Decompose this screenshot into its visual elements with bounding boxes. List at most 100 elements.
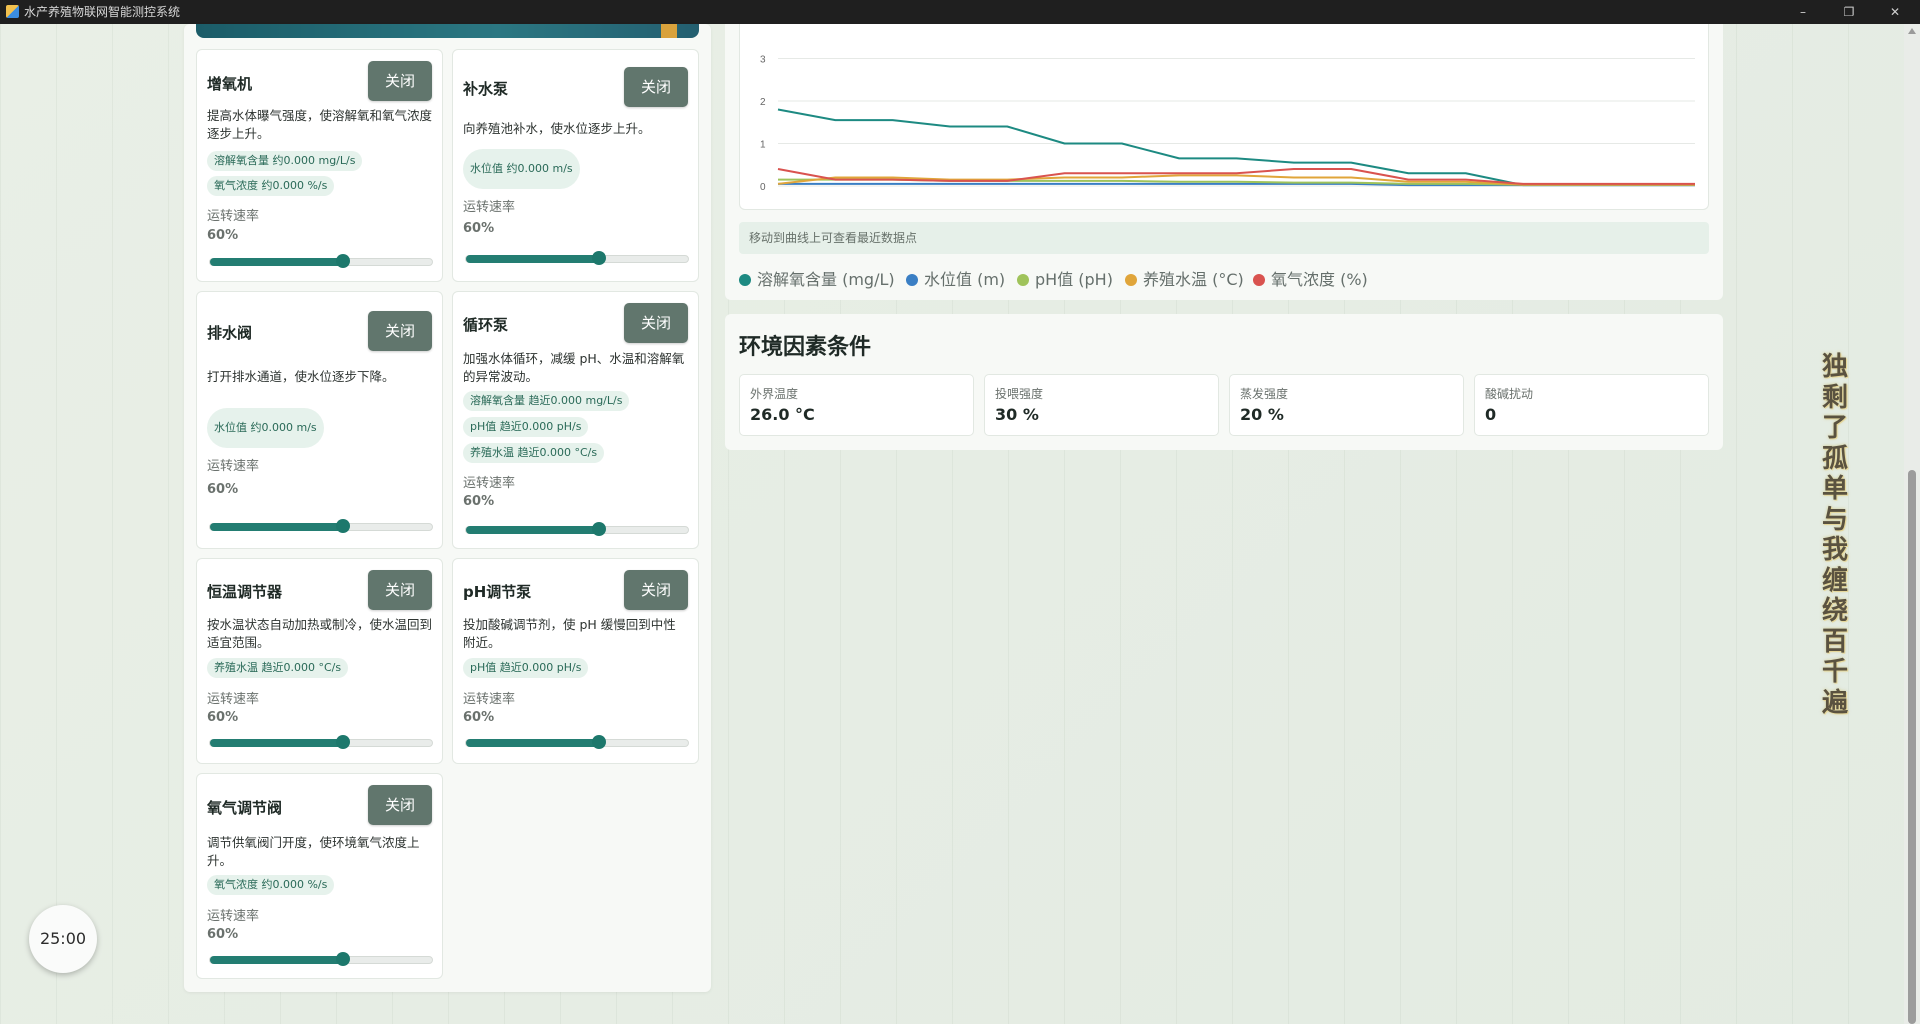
speed-label: 运转速率 [207, 909, 260, 924]
speed-slider[interactable] [209, 519, 433, 533]
aerator-close-button[interactable]: 关闭 [368, 61, 432, 101]
legend-item-oxygen-concentration[interactable]: 氧气浓度 (%) [1253, 266, 1368, 290]
speed-value: 60% [463, 710, 495, 725]
slider-fill [210, 739, 344, 747]
speed-slider[interactable] [209, 735, 433, 749]
effect-tag: 氧气浓度 约0.000 %/s [207, 176, 335, 196]
device-card-aerator: 增氧机 关闭 提高水体曝气强度，使溶解氧和氧气浓度逐步上升。 溶解氧含量 约0.… [196, 49, 443, 282]
device-name: 氧气调节阀 [207, 799, 283, 817]
slider-knob[interactable] [592, 522, 607, 536]
countdown-timer[interactable]: 25:00 [29, 905, 97, 973]
device-card-thermostat: 恒温调节器 关闭 按水温状态自动加热或制冷，使水温回到适宜范围。 养殖水温 趋近… [196, 558, 443, 764]
minimize-button[interactable]: – [1780, 0, 1826, 24]
slider-knob[interactable] [592, 251, 607, 265]
legend-label: 氧气浓度 (%) [1271, 270, 1368, 289]
scroll-up-icon[interactable] [1908, 28, 1916, 34]
speed-label: 运转速率 [463, 200, 516, 215]
env-card-outside-temperature: 外界温度 26.0 °C [739, 374, 974, 436]
speed-label: 运转速率 [207, 209, 260, 224]
env-value: 26.0 °C [750, 405, 815, 424]
device-description: 投加酸碱调节剂，使 pH 缓慢回到中性附近。 [463, 617, 676, 650]
env-value: 20 % [1240, 405, 1284, 424]
legend-item-dissolved-oxygen[interactable]: 溶解氧含量 (mg/L) [739, 266, 895, 290]
effect-tag: 水位值 约0.000 m/s [463, 149, 580, 189]
legend-item-ph[interactable]: pH值 (pH) [1017, 266, 1113, 290]
oxygen-valve-close-button[interactable]: 关闭 [368, 785, 432, 825]
window-title: 水产养殖物联网智能测控系统 [24, 5, 181, 19]
banner-accent [661, 24, 677, 38]
effect-tag: 养殖水温 趋近0.000 °C/s [207, 658, 349, 678]
legend-dot [1253, 274, 1265, 286]
legend-label: 养殖水温 (°C) [1143, 270, 1244, 289]
device-card-circulation-pump: 循环泵 关闭 加强水体循环，减缓 pH、水温和溶解氧的异常波动。 溶解氧含量 趋… [452, 291, 699, 549]
device-description: 调节供氧阀门开度，使环境氧气浓度上升。 [207, 835, 420, 868]
device-name: 循环泵 [463, 316, 509, 334]
device-name: pH调节泵 [463, 583, 532, 601]
slider-knob[interactable] [336, 952, 351, 966]
legend-item-water-temperature[interactable]: 养殖水温 (°C) [1125, 266, 1244, 290]
slider-knob[interactable] [336, 735, 351, 749]
device-card-drain-valve: 排水阀 关闭 打开排水通道，使水位逐步下降。 水位值 约0.000 m/s 运转… [196, 291, 443, 549]
env-label: 酸碱扰动 [1485, 387, 1534, 401]
line-chart-svg[interactable]: 0 1 2 3 [740, 24, 1708, 210]
env-value: 0 [1485, 405, 1497, 424]
trend-chart[interactable]: 0 1 2 3 [739, 24, 1709, 210]
device-name: 恒温调节器 [207, 583, 283, 601]
speed-slider[interactable] [465, 522, 689, 536]
effect-tag: 氧气浓度 约0.000 %/s [207, 875, 335, 895]
legend-dot [1125, 274, 1137, 286]
title-bar: 水产养殖物联网智能测控系统 – ❐ ✕ [0, 0, 1920, 24]
speed-label: 运转速率 [463, 476, 516, 491]
device-description: 按水温状态自动加热或制冷，使水温回到适宜范围。 [207, 617, 433, 650]
speed-value: 60% [207, 228, 239, 243]
device-card-oxygen-valve: 氧气调节阀 关闭 调节供氧阀门开度，使环境氧气浓度上升。 氧气浓度 约0.000… [196, 773, 443, 979]
effect-tag: 养殖水温 趋近0.000 °C/s [463, 443, 605, 463]
speed-label: 运转速率 [207, 692, 260, 707]
y-tick-label: 1 [760, 140, 766, 151]
legend-item-water-level[interactable]: 水位值 (m) [906, 266, 1005, 290]
device-description: 加强水体循环，减缓 pH、水温和溶解氧的异常波动。 [463, 351, 685, 384]
env-value: 30 % [995, 405, 1039, 424]
speed-slider[interactable] [465, 735, 689, 749]
speed-slider[interactable] [465, 251, 689, 265]
legend-dot [739, 274, 751, 286]
device-name: 补水泵 [463, 80, 509, 98]
ph-pump-close-button[interactable]: 关闭 [624, 570, 688, 610]
slider-fill [466, 255, 600, 263]
device-card-refill-pump: 补水泵 关闭 向养殖池补水，使水位逐步上升。 水位值 约0.000 m/s 运转… [452, 49, 699, 282]
circulation-pump-close-button[interactable]: 关闭 [624, 303, 688, 343]
legend-dot [906, 274, 918, 286]
speed-slider[interactable] [209, 952, 433, 966]
y-tick-label: 3 [760, 55, 766, 66]
chart-hover-hint: 移动到曲线上可查看最近数据点 [739, 222, 1709, 254]
y-tick-label: 2 [760, 97, 766, 108]
env-label: 外界温度 [750, 387, 799, 401]
effect-tag: 水位值 约0.000 m/s [207, 408, 324, 448]
device-description: 打开排水通道，使水位逐步下降。 [207, 369, 395, 384]
speed-value: 60% [207, 482, 239, 497]
legend-label: 水位值 (m) [924, 270, 1006, 289]
env-label: 蒸发强度 [1240, 387, 1289, 401]
vertical-scrollbar[interactable] [1904, 24, 1920, 1024]
slider-knob[interactable] [336, 519, 351, 533]
device-description: 提高水体曝气强度，使溶解氧和氧气浓度逐步上升。 [207, 108, 433, 141]
drain-valve-close-button[interactable]: 关闭 [368, 311, 432, 351]
thermostat-close-button[interactable]: 关闭 [368, 570, 432, 610]
slider-fill [210, 956, 344, 964]
close-window-button[interactable]: ✕ [1872, 0, 1918, 24]
speed-value: 60% [463, 221, 495, 236]
scrollbar-thumb[interactable] [1908, 470, 1916, 1024]
speed-slider[interactable] [209, 254, 433, 268]
effect-tag: pH值 趋近0.000 pH/s [463, 658, 589, 678]
slider-knob[interactable] [592, 735, 607, 749]
slider-fill [466, 526, 600, 534]
slider-fill [210, 258, 344, 266]
effect-tag: 溶解氧含量 约0.000 mg/L/s [207, 151, 363, 171]
speed-value: 60% [207, 710, 239, 725]
slider-knob[interactable] [336, 254, 351, 268]
refill-pump-close-button[interactable]: 关闭 [624, 67, 688, 107]
device-card-ph-pump: pH调节泵 关闭 投加酸碱调节剂，使 pH 缓慢回到中性附近。 pH值 趋近0.… [452, 558, 699, 764]
legend-label: 溶解氧含量 (mg/L) [757, 270, 895, 289]
app-icon [6, 5, 19, 18]
maximize-button[interactable]: ❐ [1826, 0, 1872, 24]
